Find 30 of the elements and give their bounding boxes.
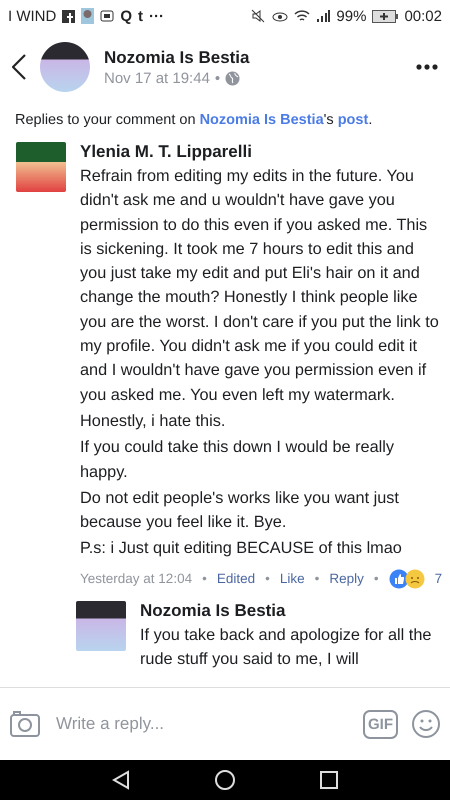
reply-author[interactable]: Nozomia Is Bestia: [140, 600, 442, 621]
notification-glyph: t: [138, 8, 143, 24]
page-name[interactable]: Nozomia Is Bestia: [104, 48, 402, 68]
notification-glyph: ···: [149, 8, 164, 24]
comment-text: P.s: i Just quit editing BECAUSE of this lmao: [80, 538, 403, 560]
page-link[interactable]: Nozomia Is Bestia: [200, 112, 324, 128]
comment-action[interactable]: Like: [280, 571, 305, 586]
separator-dot: •: [265, 571, 270, 586]
carrier-name: I WIND: [8, 8, 56, 24]
comment-text: Honestly, i hate this.: [80, 410, 226, 432]
comment-action[interactable]: Reply: [329, 571, 364, 586]
separator-dot: •: [314, 571, 320, 586]
comment-text: Refrain from editing my edits in the future. You didn't ask me and u wouldn't have gave you permission to do this even if you asked me. This is sickening. It took me 7 hours to edit this and you just take my edit and put Eli's hair on it and change the mouth? Honestly I think people like you are the worst. I don't care if you put the link to my profile. You didn't ask me if you could edit it and I wouldn't have gave you permission even if you asked me. You even left my watermark.: [80, 166, 440, 406]
reply-text: If you take back and apologize for all the rude stuff you said to me, I will: [140, 624, 432, 670]
reaction-count[interactable]: 7: [434, 571, 442, 586]
battery-percent: 99%: [336, 8, 366, 24]
notification-context: Replies to your comment on Nozomia Is Bestia's post.: [15, 112, 374, 128]
gif-button[interactable]: GIF: [363, 710, 398, 738]
comment-action[interactable]: Edited: [216, 571, 256, 586]
separator-dot: •: [202, 571, 207, 586]
separator-dot: •: [214, 70, 220, 86]
comment-author[interactable]: Ylenia M. T. Lipparelli: [80, 142, 442, 162]
comment-text: If you could take this down I would be really happy.: [80, 437, 396, 483]
post-link[interactable]: post: [338, 112, 368, 128]
comment-text: Do not edit people's works like you want just because you feel like it. Bye.: [80, 488, 400, 534]
notification-glyph: Q: [120, 8, 132, 24]
separator-dot: •: [374, 571, 379, 586]
clock-time: 00:02: [404, 8, 442, 24]
comment-time: Yesterday at 12:04: [80, 571, 192, 586]
timestamp: Nov 17 at 19:44: [104, 70, 210, 86]
